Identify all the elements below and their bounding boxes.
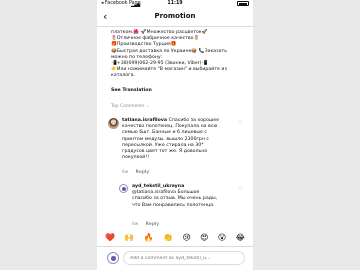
top-comments-label: Top Comments xyxy=(111,104,145,109)
comment-input[interactable] xyxy=(123,251,245,265)
like-heart-icon[interactable]: ♡ xyxy=(239,120,243,126)
comment-username[interactable]: tatiana.israfilova xyxy=(122,118,167,123)
comment-meta: 6w Reply xyxy=(132,222,165,227)
comment-time: 6w xyxy=(132,222,139,227)
laughing-emoji-button[interactable]: 😂 xyxy=(236,233,245,242)
comment-line: семью 6шт. Банные и 6 лицевые с xyxy=(122,130,208,136)
comment-composer xyxy=(97,246,253,270)
comment-text: Спасибо за хорошее xyxy=(167,118,220,123)
phone-screen: ◂ Facebook Page ▂▄▆ 11:19 ‹ Promotion пл… xyxy=(97,0,253,270)
reply-comment: ayd_tekstil_ukrayna @tatiana.israfilova … xyxy=(132,184,232,209)
avatar[interactable] xyxy=(108,118,119,129)
surprised-emoji-button[interactable]: 😮 xyxy=(218,233,226,242)
reply-button[interactable]: Reply xyxy=(146,222,160,227)
nav-bar: ‹ Promotion xyxy=(97,8,253,27)
caption-line: каталога. xyxy=(111,73,135,79)
comment-line: покупкой!! xyxy=(122,155,150,161)
avatar xyxy=(107,252,119,264)
red-heart-emoji-button[interactable]: ❤️ xyxy=(105,233,115,242)
page-title: Promotion xyxy=(154,12,196,20)
see-translation-link[interactable]: See Translation xyxy=(111,88,152,93)
top-comments-sort[interactable]: Top Comments ⌄ xyxy=(111,103,149,109)
raising-hands-emoji-button[interactable]: 🙌 xyxy=(124,233,134,242)
avatar[interactable] xyxy=(119,184,128,193)
comment-meta: 6w Reply xyxy=(122,170,155,175)
comment: tatiana.israfilova Спасибо за хорошее ка… xyxy=(122,118,222,161)
fire-emoji-button[interactable]: 🔥 xyxy=(144,233,154,242)
like-heart-icon[interactable]: ♡ xyxy=(239,186,243,192)
chevron-down-icon: ⌄ xyxy=(145,103,150,108)
status-bar: ◂ Facebook Page ▂▄▆ 11:19 xyxy=(97,0,253,8)
comment-line: что Вам понравились полотенца. xyxy=(132,202,215,208)
comment-line: спасибо за отзыв. Мы очень рады, xyxy=(132,196,218,202)
clock: 11:19 xyxy=(167,1,183,6)
caption-line: 📦Быстрая доставка по Украине📦 📞Заказать xyxy=(111,48,228,54)
comment-line: принтом медузы. вышло 2300грн с xyxy=(122,136,209,142)
heart-eyes-emoji-button[interactable]: 😍 xyxy=(200,233,208,242)
clapping-emoji-button[interactable]: 👏 xyxy=(163,233,173,242)
reply-button[interactable]: Reply xyxy=(136,170,150,175)
post-caption: платком.🌺 🚀Множество расцветок🚀 🌷Отлично… xyxy=(111,30,247,80)
emoji-quick-bar: ❤️ 🙌 🔥 👏 😢 😍 😮 😂 xyxy=(105,231,245,243)
comment-time: 6w xyxy=(122,170,129,175)
battery-icon xyxy=(237,1,249,6)
crying-emoji-button[interactable]: 😢 xyxy=(182,233,190,242)
